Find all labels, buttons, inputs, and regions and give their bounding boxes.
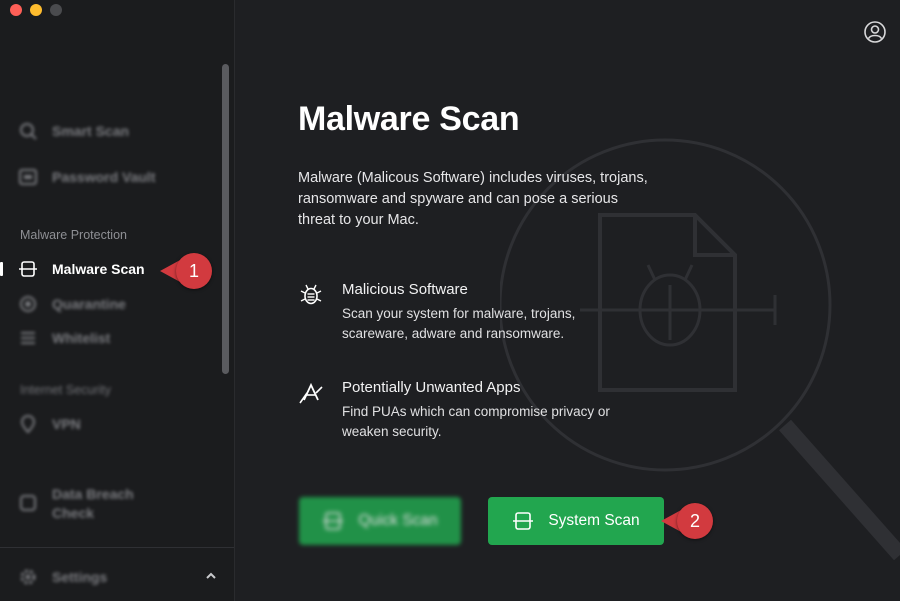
list-icon	[21, 332, 35, 344]
sidebar-item-label: Password Vault	[52, 169, 156, 185]
breach-icon	[20, 495, 36, 511]
quick-scan-button[interactable]: Quick Scan	[299, 497, 461, 545]
chevron-up-icon[interactable]	[205, 571, 217, 581]
divider	[0, 547, 234, 548]
search-icon	[20, 123, 37, 140]
section-label-malware-protection: Malware Protection	[20, 228, 127, 242]
scanner-icon	[19, 261, 37, 277]
scanner-icon	[513, 512, 534, 530]
page-description: Malware (Malicous Software) includes vir…	[298, 170, 648, 228]
callout-number: 1	[176, 253, 212, 289]
sidebar-item-whitelist[interactable]: Whitelist	[18, 328, 110, 348]
callout-marker-2: 2	[661, 503, 713, 539]
sidebar-item-data-breach-check[interactable]: Data Breach Check	[18, 485, 134, 523]
feature-potentially-unwanted-apps: Potentially Unwanted Apps Find PUAs whic…	[298, 379, 642, 442]
sidebar-item-label: Whitelist	[52, 330, 111, 346]
sidebar-item-settings[interactable]: Settings	[18, 567, 107, 587]
gear-icon	[20, 569, 36, 585]
sidebar-item-label: Settings	[52, 569, 108, 585]
sidebar-item-smart-scan[interactable]: Smart Scan	[18, 121, 129, 141]
sidebar-item-vpn[interactable]: VPN	[18, 414, 81, 434]
sidebar-item-password-vault[interactable]: Password Vault	[18, 167, 155, 187]
page-title: Malware Scan	[298, 100, 520, 138]
callout-marker-1: 1	[160, 253, 212, 289]
active-indicator	[0, 262, 3, 276]
scanner-icon	[323, 512, 344, 530]
quarantine-icon	[20, 296, 36, 312]
sidebar-item-quarantine[interactable]: Quarantine	[18, 294, 126, 314]
app-warning-icon	[299, 382, 323, 404]
sidebar: Smart Scan Password Vault Malware Protec…	[0, 0, 235, 601]
feature-title: Malicious Software	[342, 281, 468, 298]
sidebar-scrollbar[interactable]	[222, 64, 229, 374]
callout-number: 2	[677, 503, 713, 539]
system-scan-label: System Scan	[548, 512, 640, 529]
quick-scan-label: Quick Scan	[358, 512, 438, 529]
sidebar-item-label: VPN	[52, 416, 81, 432]
sidebar-item-label: Smart Scan	[52, 123, 130, 139]
feature-malicious-software: Malicious Software Scan your system for …	[298, 281, 642, 344]
sidebar-item-label: Data Breach Check	[52, 485, 134, 523]
window-controls	[10, 4, 62, 16]
account-icon[interactable]	[864, 21, 886, 43]
bug-icon	[300, 284, 322, 305]
feature-title: Potentially Unwanted Apps	[342, 379, 521, 396]
breach-label-line2: Check	[52, 505, 95, 521]
minimize-window-button[interactable]	[30, 4, 42, 16]
feature-description: Scan your system for malware, trojans, s…	[342, 306, 576, 341]
section-label-internet-security: Internet Security	[20, 383, 112, 397]
sidebar-item-label: Malware Scan	[52, 261, 145, 277]
sidebar-item-label: Quarantine	[52, 296, 126, 312]
system-scan-button[interactable]: System Scan	[488, 497, 664, 545]
vault-icon	[19, 169, 37, 185]
zoom-window-button[interactable]	[50, 4, 62, 16]
sidebar-item-malware-scan[interactable]: Malware Scan	[18, 259, 145, 279]
breach-label-line1: Data Breach	[52, 486, 134, 502]
feature-description: Find PUAs which can compromise privacy o…	[342, 404, 610, 439]
close-window-button[interactable]	[10, 4, 22, 16]
location-pin-icon	[20, 414, 36, 434]
